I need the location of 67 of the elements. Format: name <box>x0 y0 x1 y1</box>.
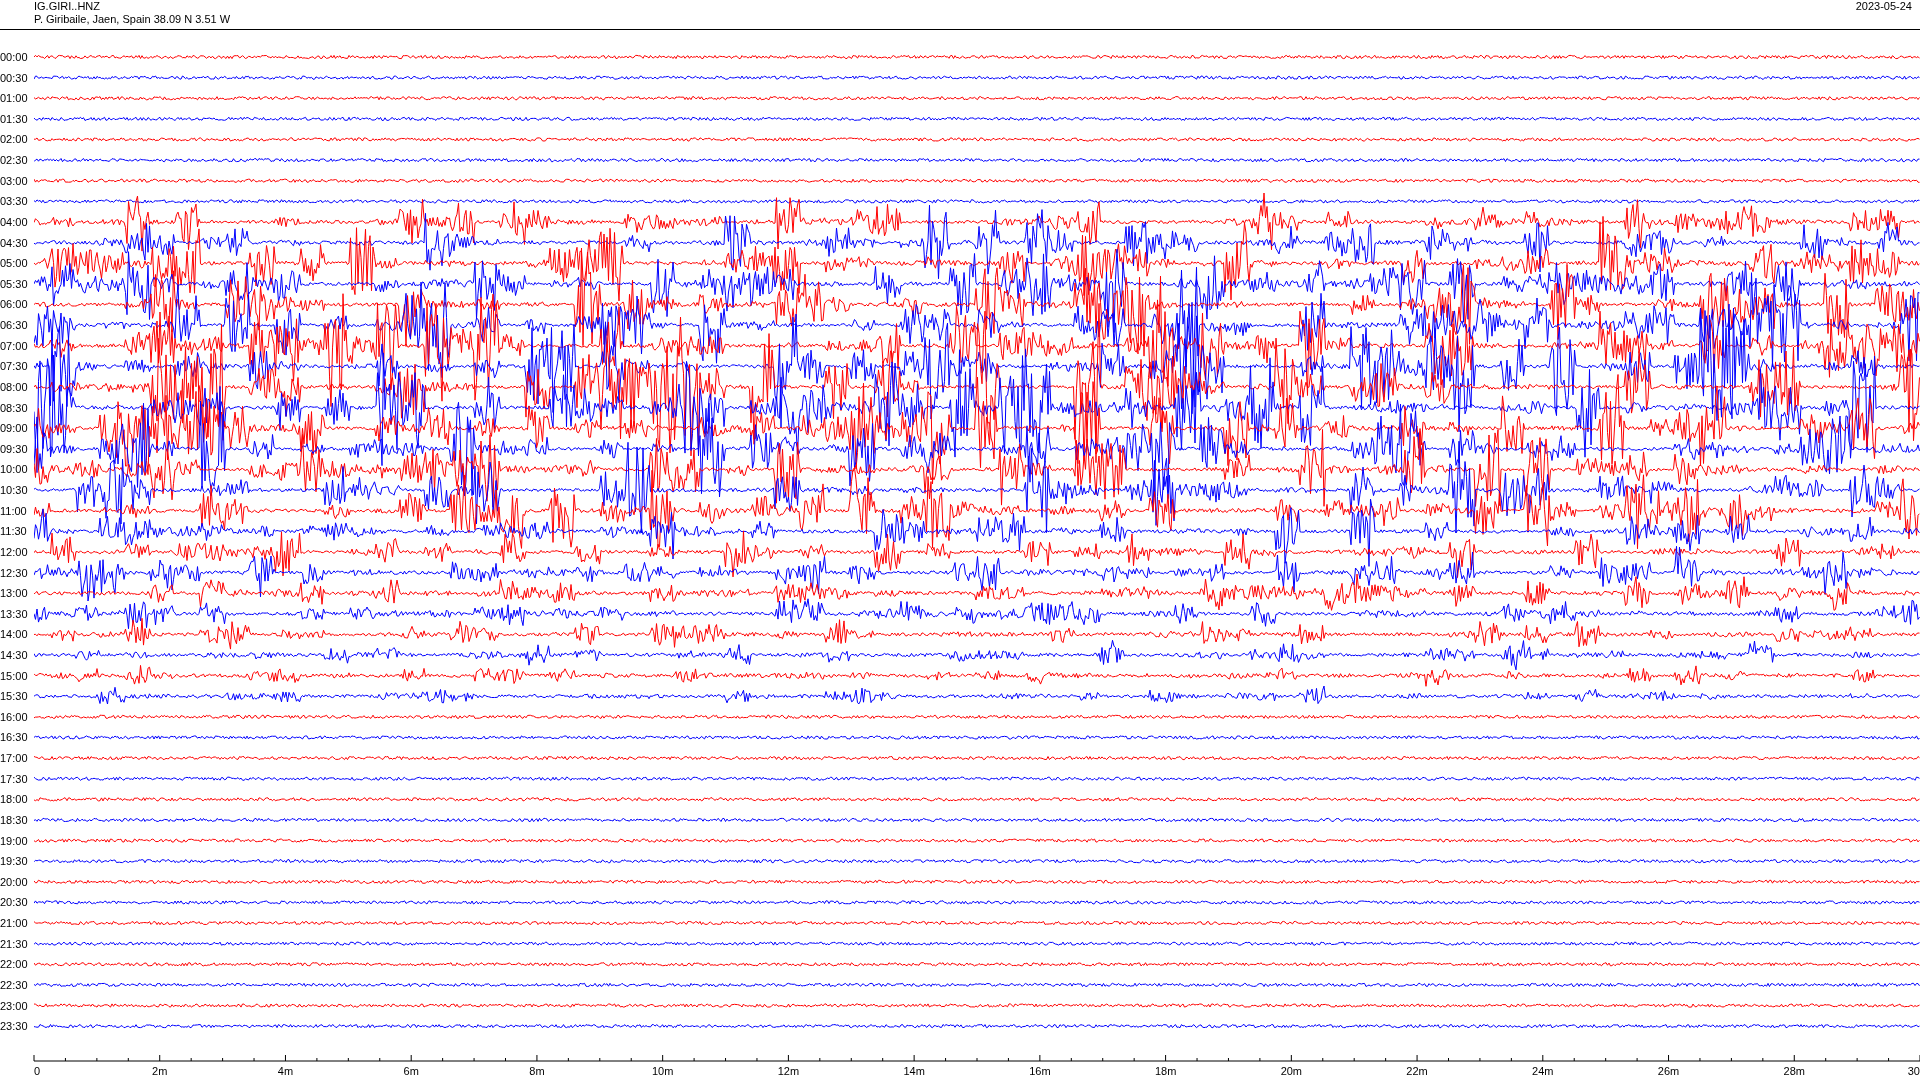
row-time-label: 21:30 <box>0 937 28 950</box>
row-time-label: 14:30 <box>0 649 28 661</box>
row-time-label: 13:00 <box>0 587 28 600</box>
row-time-label: 11:30 <box>0 525 27 538</box>
row-time-label: 02:30 <box>0 154 28 167</box>
axis-tick-label: 14m <box>903 1065 925 1077</box>
row-time-label: 09:30 <box>0 442 28 455</box>
row-time-label: 00:30 <box>0 71 28 84</box>
row-time-label: 14:00 <box>0 628 28 641</box>
row-time-label: 12:30 <box>0 566 28 579</box>
row-time-label: 05:00 <box>0 257 28 270</box>
row-time-label: 16:30 <box>0 731 28 744</box>
row-time-label: 21:00 <box>0 917 28 930</box>
record-date: 2023-05-24 <box>1855 0 1912 14</box>
axis-tick-label: 20m <box>1280 1065 1303 1077</box>
row-time-label: 04:00 <box>0 215 28 228</box>
row-time-label: 18:00 <box>0 793 28 806</box>
row-time-label: 20:00 <box>0 875 28 888</box>
row-time-label: 17:30 <box>0 772 28 785</box>
row-time-label: 22:30 <box>0 978 28 991</box>
axis-tick-label: 30 <box>1907 1065 1920 1077</box>
row-time-label: 07:00 <box>0 339 28 352</box>
row-time-label: 23:00 <box>0 999 28 1012</box>
row-time-label: 03:30 <box>0 195 28 208</box>
row-time-label: 19:30 <box>0 855 28 868</box>
axis-tick-label: 16m <box>1029 1065 1051 1077</box>
axis-tick-label: 22m <box>1406 1065 1428 1077</box>
row-time-label: 08:30 <box>0 401 28 414</box>
row-time-label: 18:30 <box>0 813 28 826</box>
row-time-label: 13:30 <box>0 607 28 620</box>
axis-tick-label: 12m <box>777 1065 800 1077</box>
row-time-label: 23:30 <box>0 1020 28 1033</box>
axis-tick-label: 2m <box>152 1065 168 1077</box>
axis-tick-label: 10m <box>651 1065 674 1077</box>
axis-tick-label: 4m <box>277 1065 294 1077</box>
row-time-label: 10:30 <box>0 484 28 496</box>
row-time-label: 01:00 <box>0 92 28 105</box>
axis-tick-label: 28m <box>1783 1065 1805 1077</box>
row-time-label: 22:00 <box>0 958 28 971</box>
row-time-label: 01:30 <box>0 112 28 125</box>
row-time-label: 09:00 <box>0 422 28 435</box>
axis-tick-label: 0 <box>34 1065 41 1077</box>
row-time-label: 12:00 <box>0 545 28 558</box>
row-time-label: 02:00 <box>0 133 28 146</box>
row-time-label: 03:00 <box>0 174 28 187</box>
row-time-label: 15:00 <box>0 669 28 682</box>
row-time-label: 06:00 <box>0 298 28 311</box>
row-time-label: 05:30 <box>0 277 28 290</box>
axis-tick-label: 24m <box>1532 1065 1554 1077</box>
axis-tick-label: 26m <box>1657 1065 1680 1077</box>
row-time-label: 19:00 <box>0 834 28 847</box>
axis-tick-label: 8m <box>529 1065 545 1077</box>
row-time-label: 16:00 <box>0 710 28 723</box>
axis-tick-label: 18m <box>1154 1065 1177 1077</box>
row-time-label: 00:00 <box>0 51 28 63</box>
station-code: IG.GIRI..HNZ <box>34 0 101 13</box>
row-time-label: 06:30 <box>0 319 28 332</box>
row-time-label: 08:00 <box>0 380 28 393</box>
row-time-label: 15:30 <box>0 690 28 703</box>
axis-tick-label: 6m <box>403 1065 419 1077</box>
row-time-label: 07:30 <box>0 360 28 373</box>
row-time-label: 11:00 <box>0 504 27 517</box>
row-time-label: 17:00 <box>0 752 28 765</box>
row-time-label: 10:00 <box>0 463 28 476</box>
row-time-label: 04:30 <box>0 236 28 249</box>
station-location: P. Giribaile, Jaen, Spain 38.09 N 3.51 W <box>34 13 231 26</box>
row-time-label: 20:30 <box>0 896 28 909</box>
